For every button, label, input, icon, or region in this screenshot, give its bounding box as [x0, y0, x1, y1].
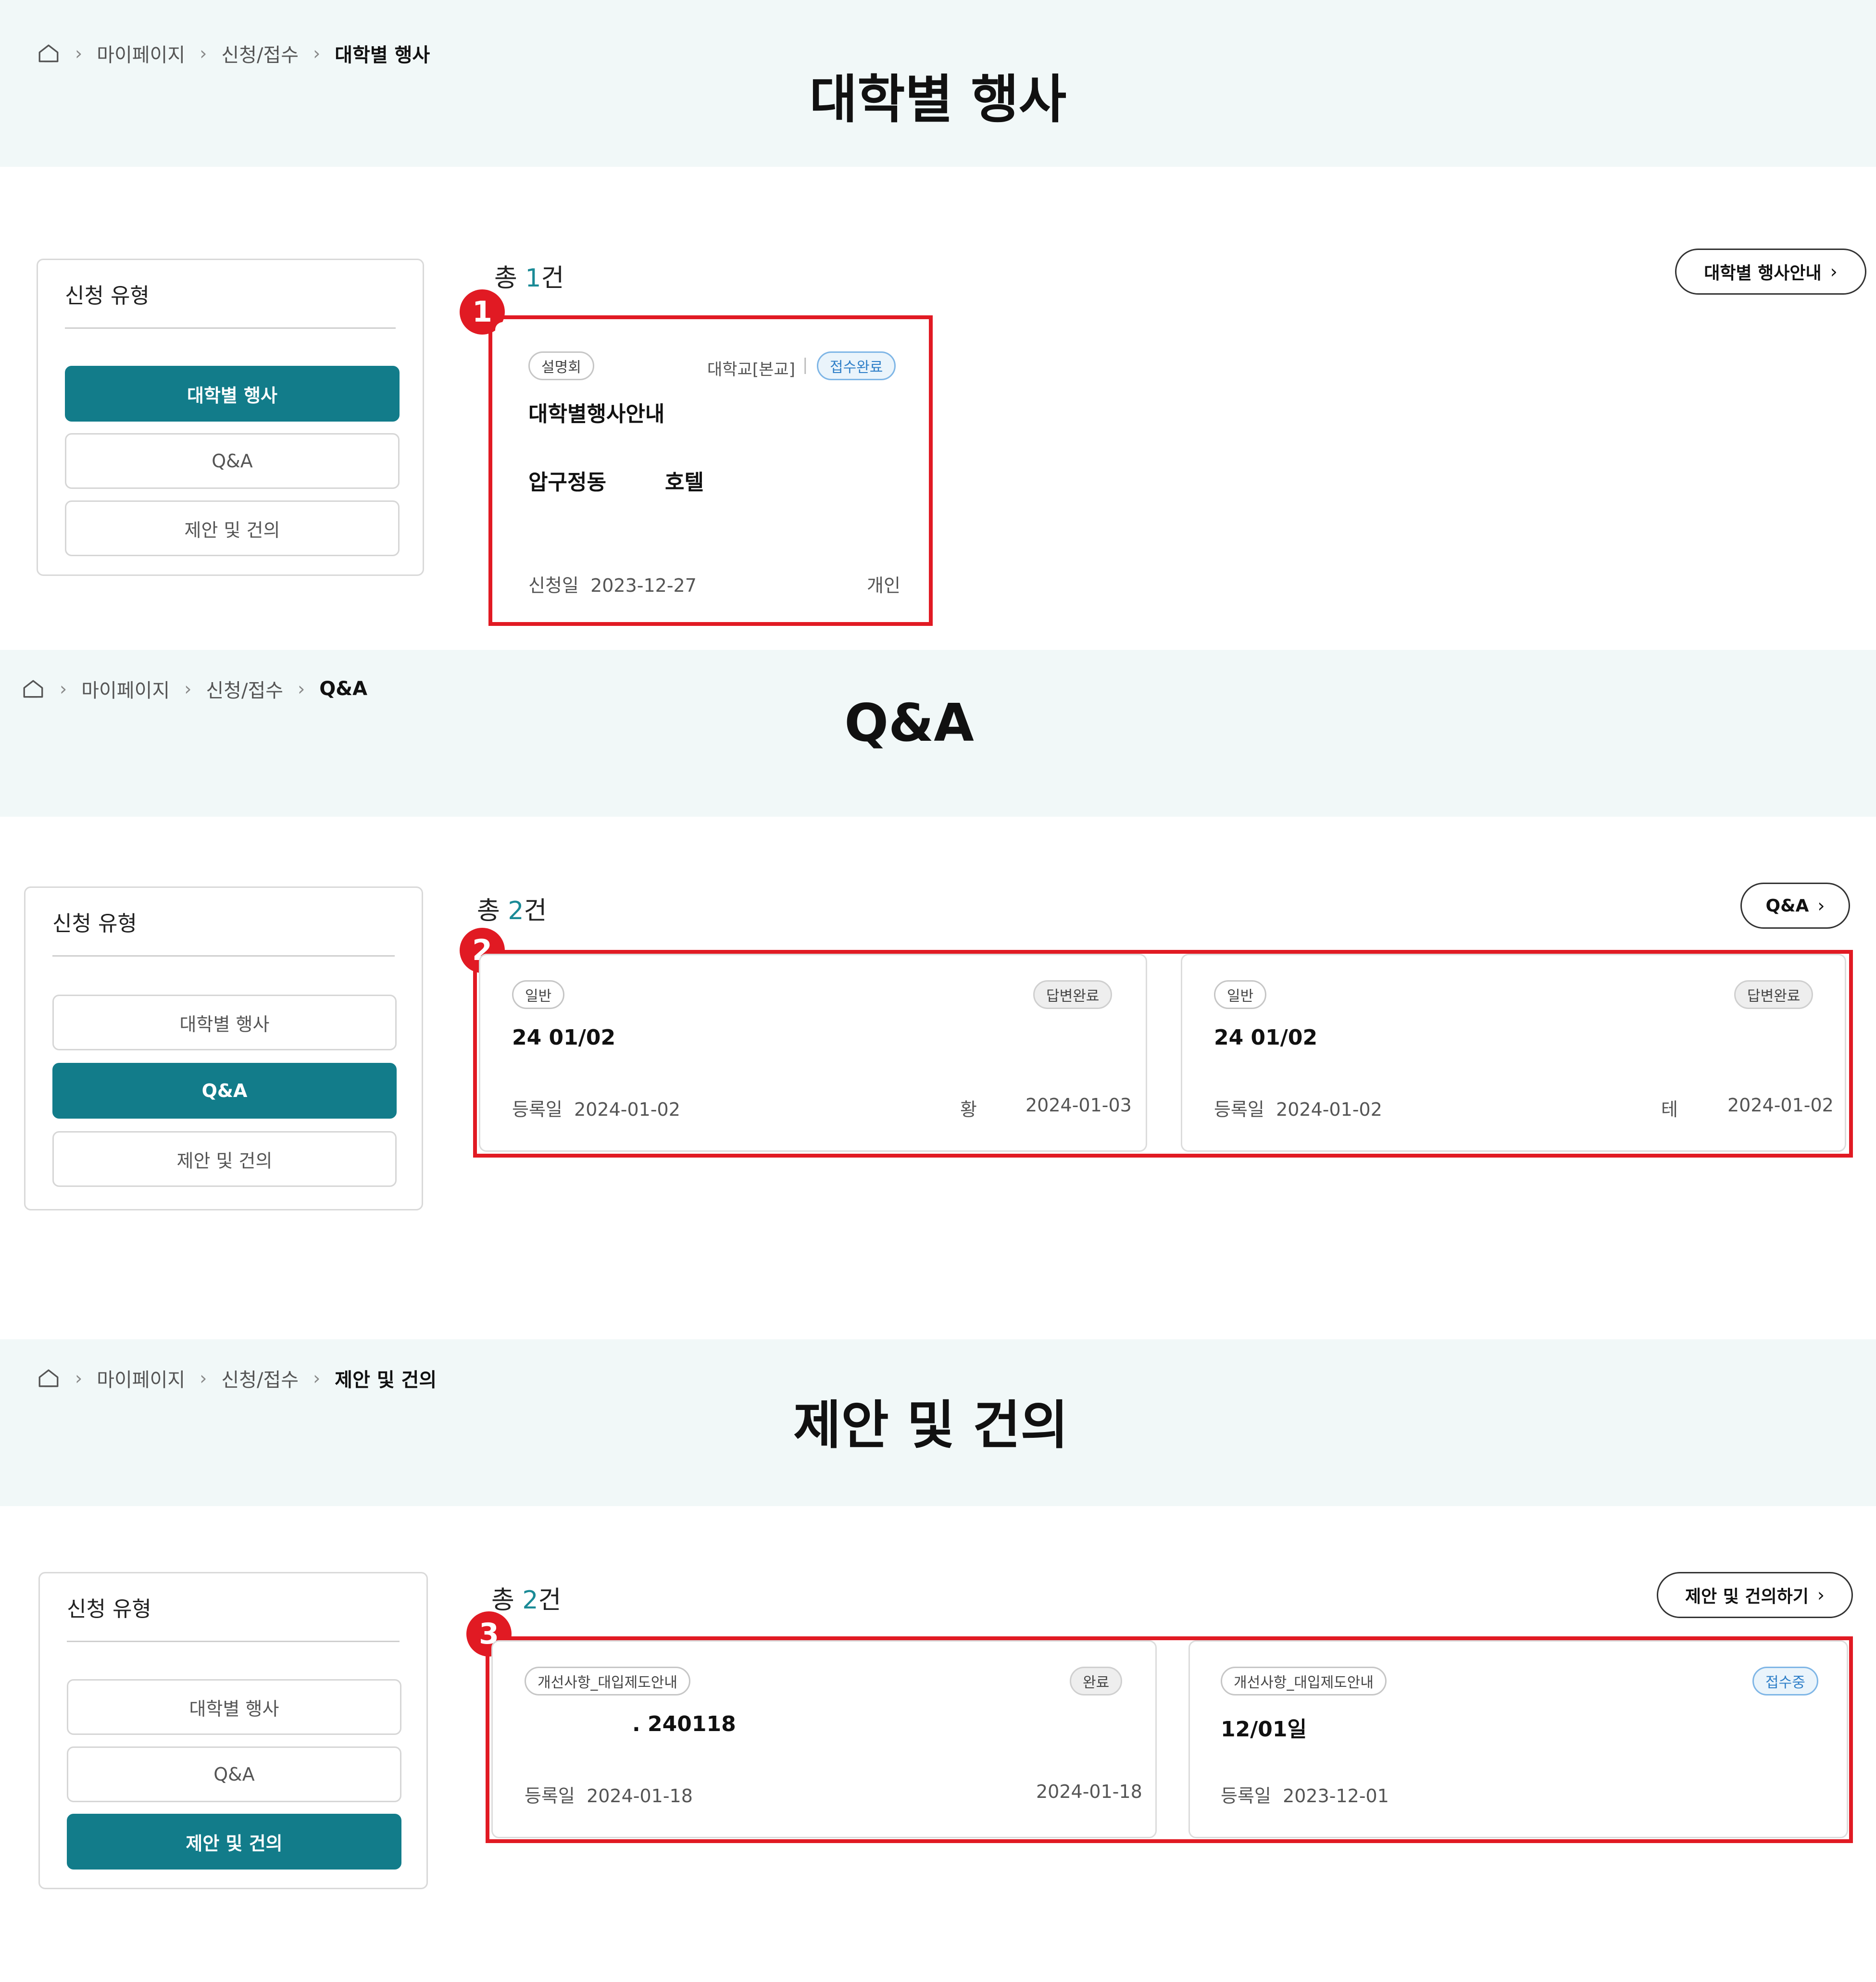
- sidebar-item-university-events[interactable]: 대학별 행사: [67, 1679, 401, 1735]
- divider: [65, 327, 396, 329]
- answerer: 테: [1661, 1099, 1678, 1120]
- status-badge: 답변완료: [1734, 980, 1813, 1009]
- register-date: 등록일 2024-01-18: [525, 1785, 693, 1807]
- chevron-right-icon: ›: [1817, 895, 1825, 916]
- sidebar-heading: 신청 유형: [67, 1597, 151, 1621]
- apply-date: 신청일 2023-12-27: [528, 575, 697, 596]
- count-number: 2: [522, 1586, 538, 1615]
- sidebar-item-qna[interactable]: Q&A: [65, 433, 400, 489]
- answer-date: 2024-01-02: [1727, 1095, 1834, 1116]
- sidebar-item-suggestions[interactable]: 제안 및 건의: [52, 1131, 397, 1187]
- answer-date: 2024-01-03: [1026, 1095, 1132, 1116]
- count-number: 1: [525, 264, 541, 293]
- divider: [67, 1641, 400, 1642]
- sidebar-item-university-events[interactable]: 대학별 행사: [52, 995, 397, 1050]
- register-date: 등록일 2023-12-01: [1221, 1785, 1389, 1807]
- register-date: 등록일 2024-01-02: [1214, 1099, 1382, 1120]
- section-suggestions: › 마이페이지 › 신청/접수 › 제안 및 건의 제안 및 건의 신청 유형 …: [0, 1339, 1876, 1982]
- answer-date: 2024-01-18: [1036, 1781, 1142, 1802]
- qna-card[interactable]: 일반 답변완료 24 01/02 등록일 2024-01-02 황 2024-0…: [479, 954, 1147, 1152]
- event-guide-button[interactable]: 대학별 행사안내 ›: [1675, 249, 1866, 295]
- card-title: 대학별행사안내: [528, 402, 665, 426]
- chevron-right-icon: ›: [1817, 1584, 1825, 1606]
- card-title: . 240118: [632, 1712, 736, 1736]
- card-title: 12/01일: [1221, 1717, 1307, 1742]
- total-count: 총 1건: [494, 264, 564, 293]
- total-count: 총 2건: [477, 897, 547, 925]
- page-title: 대학별 행사: [809, 70, 1067, 130]
- register-date: 등록일 2024-01-02: [512, 1099, 680, 1120]
- sidebar-heading: 신청 유형: [65, 284, 150, 308]
- answerer: 황: [960, 1099, 977, 1120]
- sidebar-item-qna[interactable]: Q&A: [52, 1063, 397, 1119]
- sidebar: 신청 유형 대학별 행사 Q&A 제안 및 건의: [24, 886, 423, 1210]
- qna-card[interactable]: 일반 답변완료 24 01/02 등록일 2024-01-02 테 2024-0…: [1181, 954, 1846, 1152]
- page-title: Q&A: [844, 693, 974, 753]
- sidebar-item-suggestions[interactable]: 제안 및 건의: [65, 500, 400, 556]
- sidebar-item-suggestions[interactable]: 제안 및 건의: [67, 1814, 401, 1870]
- card-title: 24 01/02: [1214, 1025, 1318, 1050]
- status-badge: 접수중: [1752, 1667, 1818, 1695]
- apply-type: 개인: [867, 575, 900, 596]
- category-tag: 개선사항_대입제도안내: [1221, 1667, 1387, 1695]
- section-qna: › 마이페이지 › 신청/접수 › Q&A Q&A 신청 유형 대학별 행사 Q…: [0, 650, 1876, 1323]
- category-tag: 개선사항_대입제도안내: [525, 1667, 690, 1695]
- category-tag: 일반: [1214, 980, 1267, 1009]
- total-count: 총 2건: [491, 1586, 562, 1615]
- university-name: 대학교[본교]: [707, 360, 795, 379]
- sidebar: 신청 유형 대학별 행사 Q&A 제안 및 건의: [37, 259, 424, 576]
- status-badge: 완료: [1070, 1667, 1123, 1695]
- event-card[interactable]: 설명회 대학교[본교] | 접수완료 대학별행사안내 압구정동 호텔 신청일 2…: [495, 322, 926, 619]
- suggestion-card[interactable]: 개선사항_대입제도안내 접수중 12/01일 등록일 2023-12-01: [1188, 1640, 1848, 1838]
- location-district: 압구정동: [528, 470, 606, 495]
- status-badge: 접수완료: [817, 351, 896, 380]
- sidebar-item-qna[interactable]: Q&A: [67, 1746, 401, 1802]
- location-venue: 호텔: [665, 470, 704, 495]
- status-badge: 답변완료: [1033, 980, 1113, 1009]
- divider: [52, 955, 395, 957]
- category-tag: 설명회: [528, 351, 594, 380]
- page-title: 제안 및 건의: [793, 1396, 1068, 1456]
- sidebar-item-university-events[interactable]: 대학별 행사: [65, 366, 400, 422]
- qna-button[interactable]: Q&A ›: [1740, 883, 1850, 929]
- count-number: 2: [508, 897, 524, 925]
- category-tag: 일반: [512, 980, 565, 1009]
- sidebar-heading: 신청 유형: [52, 911, 137, 936]
- chevron-right-icon: ›: [1830, 261, 1838, 282]
- section-university-events: › 마이페이지 › 신청/접수 › 대학별 행사 대학별 행사 신청 유형 대학…: [0, 0, 1876, 639]
- suggestion-card[interactable]: 개선사항_대입제도안내 완료 . 240118 등록일 2024-01-18 2…: [491, 1640, 1157, 1838]
- divider: |: [802, 355, 808, 374]
- suggestion-submit-button[interactable]: 제안 및 건의하기 ›: [1657, 1572, 1853, 1618]
- sidebar: 신청 유형 대학별 행사 Q&A 제안 및 건의: [38, 1572, 428, 1889]
- card-title: 24 01/02: [512, 1025, 616, 1050]
